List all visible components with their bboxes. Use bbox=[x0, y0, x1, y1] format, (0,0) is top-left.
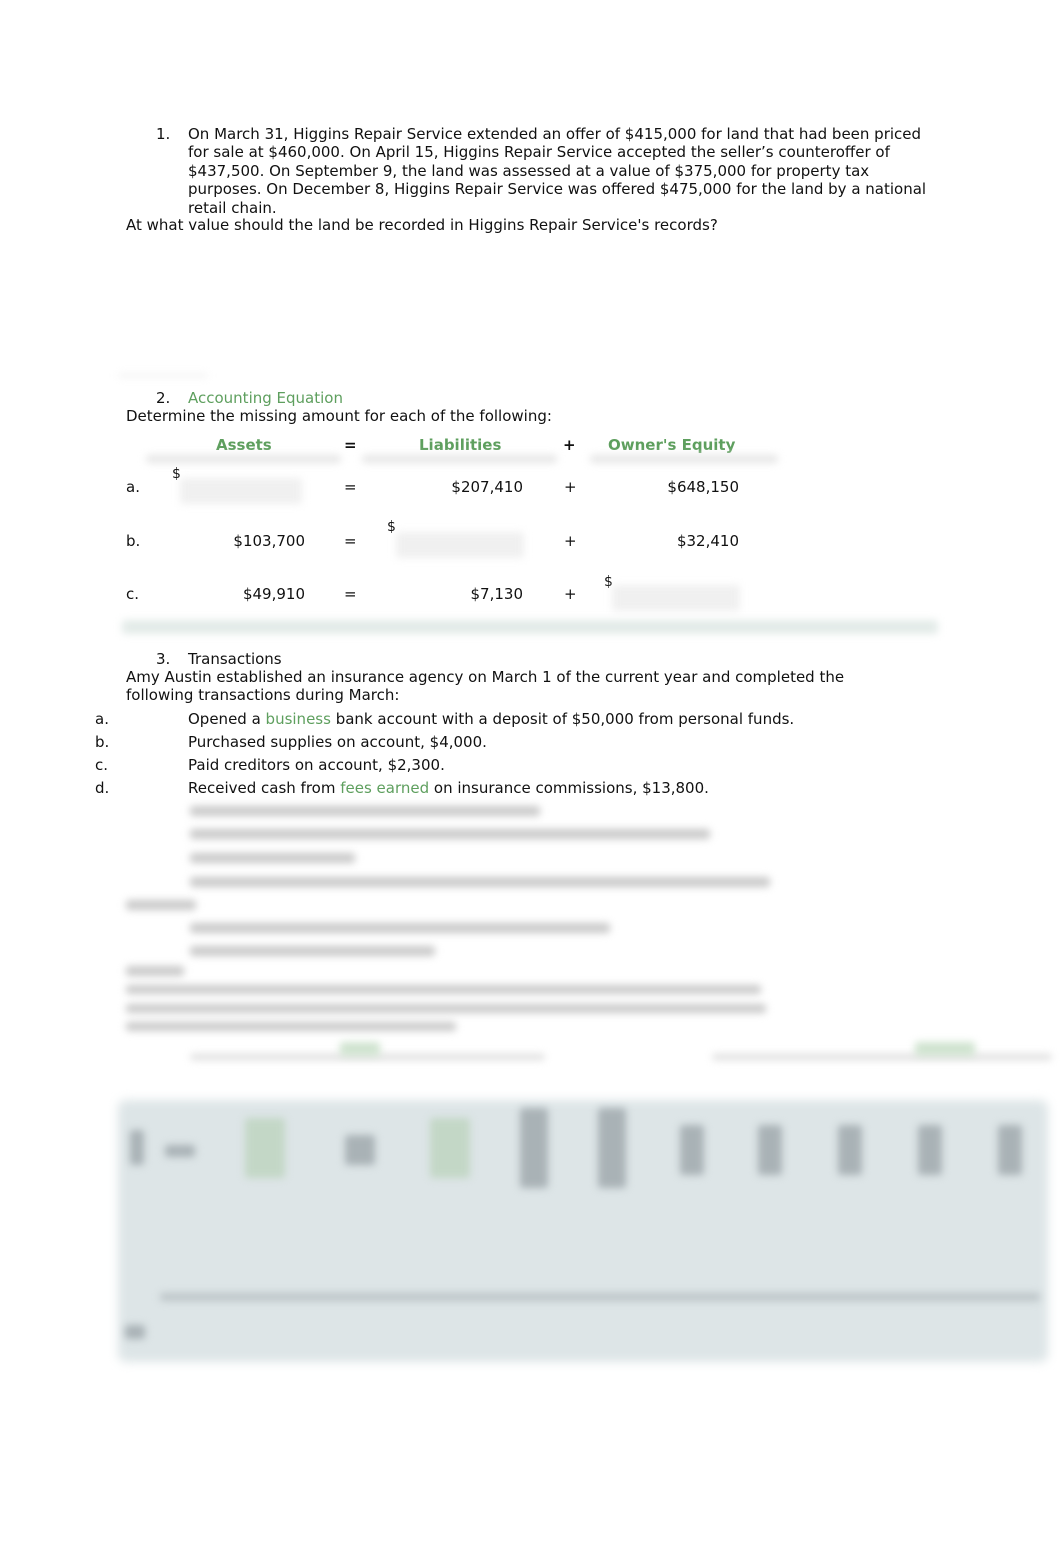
q3-title: Transactions bbox=[188, 650, 282, 668]
item-b-text: Purchased supplies on account, $4,000. bbox=[188, 733, 487, 751]
header-underline bbox=[590, 455, 778, 463]
item-text: Opened a bbox=[188, 710, 266, 728]
plus-sign: + bbox=[564, 532, 577, 550]
section-divider bbox=[122, 620, 938, 634]
row-c-label: c. bbox=[126, 585, 140, 603]
row-b-label: b. bbox=[126, 532, 141, 550]
item-text: Received cash from bbox=[188, 779, 341, 797]
q3-number: 3. bbox=[156, 650, 171, 668]
row-b-liabilities-currency: $ bbox=[387, 519, 396, 535]
row-c-assets: $49,910 bbox=[242, 585, 305, 603]
row-c-equity-input[interactable] bbox=[612, 585, 740, 611]
divider bbox=[118, 374, 208, 377]
q2-instruction: Determine the missing amount for each of… bbox=[126, 407, 552, 425]
row-b-assets: $103,700 bbox=[233, 532, 305, 550]
equals-sign: = bbox=[344, 585, 357, 603]
row-a-label: a. bbox=[126, 478, 140, 496]
item-c-label: c. bbox=[95, 756, 109, 774]
q1-number: 1. bbox=[156, 125, 171, 143]
row-a-equity: $648,150 bbox=[667, 478, 739, 496]
plus-sign: + bbox=[564, 478, 577, 496]
header-equals: = bbox=[344, 436, 357, 454]
document-page: 1. On March 31, Higgins Repair Service e… bbox=[0, 0, 1062, 1556]
item-c-text: Paid creditors on account, $2,300. bbox=[188, 756, 445, 774]
item-text: bank account with a deposit of $50,000 f… bbox=[330, 710, 795, 728]
equals-sign: = bbox=[344, 478, 357, 496]
item-b-label: b. bbox=[95, 733, 110, 751]
item-text: on insurance commissions, $13,800. bbox=[429, 779, 709, 797]
business-link[interactable]: business bbox=[266, 710, 331, 728]
row-b-equity: $32,410 bbox=[676, 532, 739, 550]
header-equity: Owner's Equity bbox=[608, 436, 736, 454]
item-d-label: d. bbox=[95, 779, 110, 797]
header-underline bbox=[146, 455, 341, 463]
item-a-label: a. bbox=[95, 710, 109, 728]
row-b-liabilities-input[interactable] bbox=[396, 532, 524, 558]
row-c-liabilities: $7,130 bbox=[470, 585, 524, 603]
fees-earned-link[interactable]: fees earned bbox=[340, 779, 429, 797]
equals-sign: = bbox=[344, 532, 357, 550]
q1-question: At what value should the land be recorde… bbox=[126, 216, 718, 234]
header-underline bbox=[362, 455, 557, 463]
header-plus: + bbox=[563, 436, 576, 454]
item-d-text: Received cash from fees earned on insura… bbox=[188, 779, 709, 797]
item-a-text: Opened a business bank account with a de… bbox=[188, 710, 794, 728]
q3-intro: Amy Austin established an insurance agen… bbox=[126, 668, 845, 704]
header-assets: Assets bbox=[216, 436, 272, 454]
q2-number: 2. bbox=[156, 389, 171, 407]
q2-title-link[interactable]: Accounting Equation bbox=[188, 389, 343, 407]
row-a-assets-input[interactable] bbox=[180, 478, 302, 504]
plus-sign: + bbox=[564, 585, 577, 603]
header-liabilities: Liabilities bbox=[419, 436, 502, 454]
q1-text: On March 31, Higgins Repair Service exte… bbox=[188, 125, 927, 217]
row-a-liabilities: $207,410 bbox=[451, 478, 523, 496]
